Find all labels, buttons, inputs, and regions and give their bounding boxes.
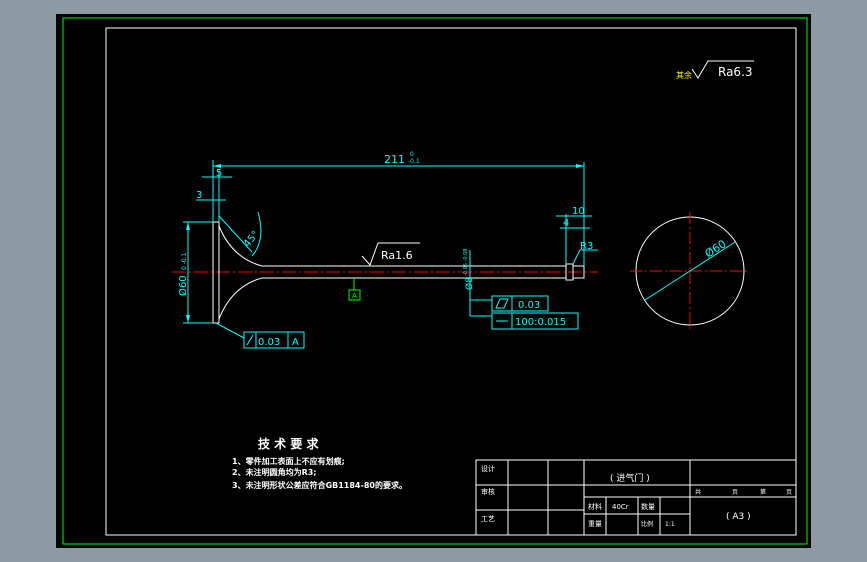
- tb-quantity-label: 数量: [641, 502, 655, 511]
- tech-req-title: 技 术 要 求: [258, 436, 320, 451]
- groove-10-text: 10: [572, 206, 585, 217]
- sheet-background: [56, 14, 811, 548]
- head-thickness-text: 5: [216, 168, 222, 179]
- tb-check: 审核: [481, 487, 495, 496]
- tech-req-item-3: 3、未注明形状公差应符合GB1184-80的要求。: [232, 480, 407, 490]
- tb-scale-value: 1:1: [665, 521, 675, 528]
- tech-req-item-2: 2、未注明圆角均为R3;: [232, 467, 317, 477]
- tb-sheet-unit-2: 页: [786, 489, 792, 496]
- rest-finish-value: Ra6.3: [718, 65, 753, 79]
- datum-label: A: [352, 292, 357, 300]
- tb-sheet-unit-1: 页: [732, 489, 738, 496]
- runout-value: 0.03: [258, 337, 280, 348]
- head-edge-text: 3: [196, 190, 202, 201]
- tb-sheet-no: 第: [760, 488, 766, 496]
- head-diameter-text: Ø60: [177, 275, 189, 296]
- tb-sheet-size: ( A3 ): [726, 512, 751, 522]
- rest-finish-label: 其余: [676, 70, 692, 80]
- tech-req-item-1: 1、零件加工表面上不应有划痕;: [232, 456, 345, 466]
- head-diameter-tol: 0 -0.1: [181, 252, 188, 270]
- tb-craft: 工艺: [481, 515, 495, 523]
- stem-diameter-text: Ø8: [464, 277, 475, 290]
- tb-scale-label: 比例: [641, 520, 653, 528]
- stem-diameter-tol: -0.05 -0.08: [463, 249, 469, 276]
- runout-datum: A: [292, 337, 299, 348]
- radius-text: R3: [580, 241, 593, 252]
- overall-length-text: 211: [384, 153, 405, 166]
- cylindricity-value: 0.03: [518, 300, 540, 311]
- drawing-canvas: 其余 Ra6.3 211 0 -0.1 5 3 45° Ø60 0 -0.1 Ø…: [56, 14, 811, 548]
- tb-material-value: 40Cr: [612, 503, 629, 511]
- tb-sheet-total: 共: [695, 488, 701, 496]
- tb-design: 设计: [481, 464, 495, 473]
- stem-finish-value: Ra1.6: [381, 249, 413, 262]
- tb-material-label: 材料: [588, 502, 602, 511]
- tb-weight-label: 重量: [588, 520, 602, 528]
- tb-part-name: ( 进气门 ): [610, 472, 650, 484]
- overall-length-tol-lower: -0.1: [408, 158, 420, 165]
- straightness-value: 100:0.015: [515, 317, 566, 328]
- groove-4-text: 4: [563, 218, 569, 229]
- overall-length-tol-upper: 0: [410, 151, 414, 158]
